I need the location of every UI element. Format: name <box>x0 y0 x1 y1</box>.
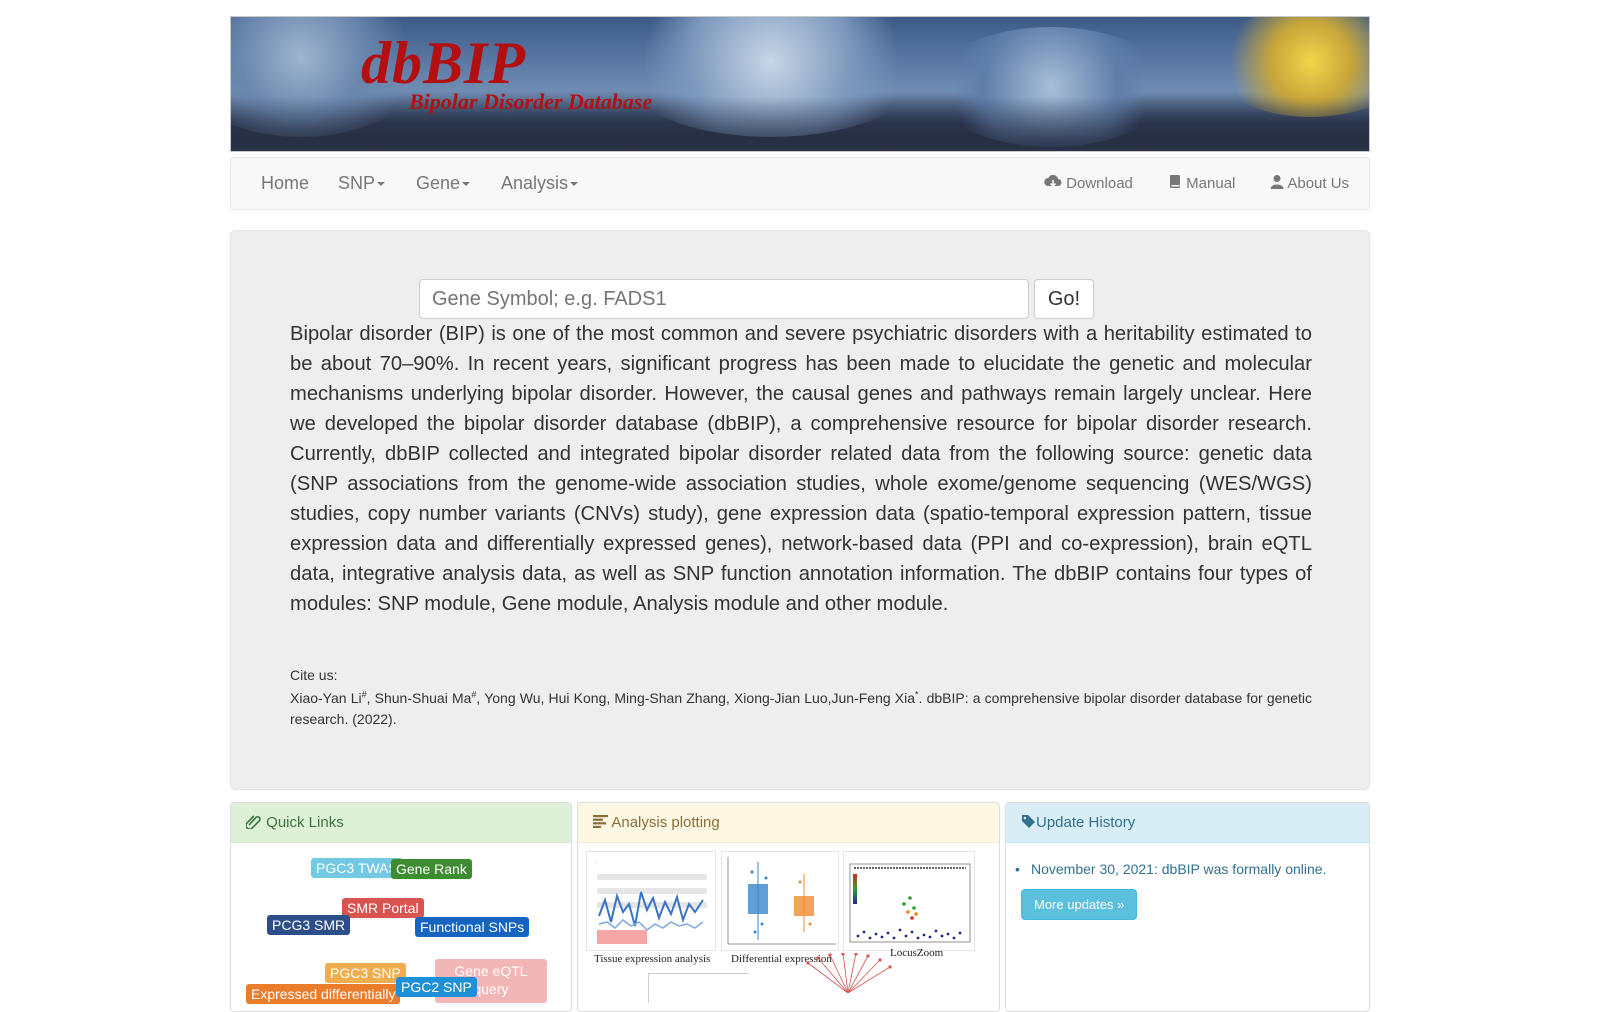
nav-analysis-label: Analysis <box>501 173 569 193</box>
link-pgc3-twas[interactable]: PGC3 TWAS <box>311 858 403 878</box>
cloud-download-icon <box>1044 174 1062 188</box>
link-pcg3-smr[interactable]: PCG3 SMR <box>267 915 351 935</box>
link-pgc2-snp[interactable]: PGC2 SNP <box>396 977 477 997</box>
locuszoom-plot-image <box>844 852 974 950</box>
caret-down-icon <box>377 182 386 187</box>
network-plot-thumbnail[interactable] <box>788 953 908 993</box>
cite-authors-rest: , Yong Wu, Hui Kong, Ming-Shan Zhang, Xi… <box>476 690 916 706</box>
nav-about-label: About Us <box>1287 175 1350 192</box>
nav-download[interactable]: Download <box>1044 158 1133 209</box>
coexpression-plot-thumbnail[interactable] <box>648 973 748 1003</box>
nav-snp-label: SNP <box>338 173 376 193</box>
locuszoom-thumbnail[interactable] <box>843 851 975 951</box>
caret-down-icon <box>462 182 471 187</box>
intro-paragraph: Bipolar disorder (BIP) is one of the mos… <box>290 323 1312 615</box>
tissue-expression-plot-image: ... <box>587 852 715 950</box>
nav-gene-dropdown[interactable]: Gene <box>416 158 471 209</box>
svg-text:...: ... <box>595 859 598 864</box>
link-pgc3-snp[interactable]: PGC3 SNP <box>325 963 406 983</box>
nav-about[interactable]: About Us <box>1270 158 1349 209</box>
nav-download-label: Download <box>1066 175 1133 192</box>
analysis-plotting-heading: Analysis plotting <box>578 803 999 843</box>
differential-expression-thumbnail[interactable] <box>721 851 839 951</box>
update-history-heading: Update History <box>1006 803 1369 843</box>
nav-gene-label: Gene <box>416 173 461 193</box>
update-item[interactable]: November 30, 2021: dbBIP was formally on… <box>1015 861 1326 877</box>
quick-links-panel: Quick Links PGC3 TWAS Gene Rank SMR Port… <box>230 802 572 1012</box>
quick-links-title: Quick Links <box>266 814 344 831</box>
book-icon <box>1170 175 1180 188</box>
nav-snp-dropdown[interactable]: SNP <box>338 158 386 209</box>
tissue-expression-caption: Tissue expression analysis <box>594 953 711 965</box>
analysis-plotting-title: Analysis plotting <box>611 814 720 831</box>
site-logo-title: dbBIP <box>361 30 527 96</box>
nav-manual[interactable]: Manual <box>1168 158 1235 209</box>
main-navbar: Home SNP Gene Analysis Download Manual A… <box>230 157 1370 210</box>
link-smr-portal[interactable]: SMR Portal <box>342 898 424 918</box>
cite-label: Cite us: <box>290 667 338 683</box>
header-banner: dbBIP Bipolar Disorder Database <box>230 16 1370 152</box>
link-functional-snps[interactable]: Functional SNPs <box>415 917 530 937</box>
nav-home[interactable]: Home <box>261 158 309 209</box>
tag-icon <box>1022 815 1035 828</box>
nav-analysis-dropdown[interactable]: Analysis <box>501 158 579 209</box>
nav-manual-label: Manual <box>1186 175 1236 192</box>
site-logo-subtitle: Bipolar Disorder Database <box>409 89 653 114</box>
quick-links-heading: Quick Links <box>231 803 571 843</box>
gene-search-input[interactable] <box>419 279 1029 319</box>
tag-cloud: PGC3 TWAS Gene Rank SMR Portal PCG3 SMR … <box>231 844 571 1011</box>
more-updates-button[interactable]: More updates » <box>1021 889 1138 920</box>
network-plot-image <box>806 953 892 993</box>
update-history-panel: Update History November 30, 2021: dbBIP … <box>1005 802 1370 1012</box>
differential-expression-plot-image <box>722 852 838 950</box>
caret-down-icon <box>570 182 579 187</box>
user-icon <box>1270 175 1284 189</box>
paperclip-icon <box>245 815 261 830</box>
cite-author-1: Xiao-Yan Li <box>290 690 362 706</box>
citation: Xiao-Yan Li#, Shun-Shuai Ma#, Yong Wu, H… <box>290 688 1312 730</box>
search-go-button[interactable]: Go! <box>1034 279 1094 319</box>
update-history-title: Update History <box>1036 814 1136 831</box>
analysis-plotting-panel: Analysis plotting ... Tissue expression … <box>577 802 1000 1012</box>
align-left-icon <box>593 815 608 828</box>
intro-jumbotron: Go! Bipolar disorder (BIP) is one of the… <box>230 230 1370 790</box>
link-gene-rank[interactable]: Gene Rank <box>391 859 472 879</box>
link-expressed-differentially[interactable]: Expressed differentially <box>246 984 401 1004</box>
tissue-expression-thumbnail[interactable]: ... <box>586 851 716 951</box>
cite-author-2: , Shun-Shuai Ma <box>366 690 472 706</box>
